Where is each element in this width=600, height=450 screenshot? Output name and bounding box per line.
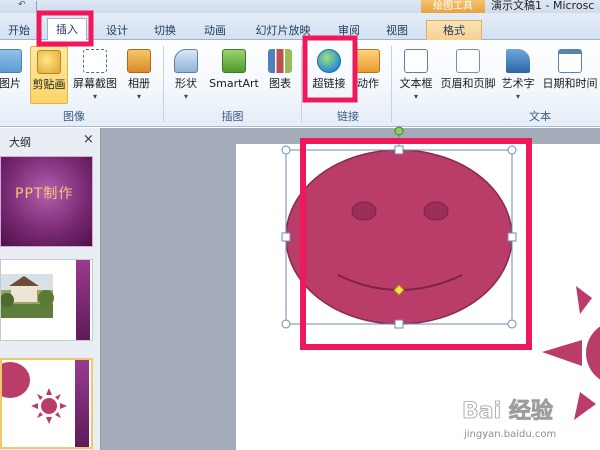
datetime-button[interactable]: 日期和时间	[540, 46, 600, 104]
drawing-tools-context-header: 绘图工具	[421, 0, 485, 13]
undo-icon[interactable]: ↶	[18, 0, 28, 10]
group-label-illustrations: 插图	[221, 110, 244, 123]
smartart-icon	[222, 49, 246, 73]
clipart-icon	[37, 50, 61, 74]
resize-handle[interactable]	[281, 319, 291, 329]
textbox-button[interactable]: 文本框 ▾	[397, 46, 435, 104]
baidu-watermark: Bai 经验 jingyan.baidu.com	[462, 398, 557, 440]
tab-outline[interactable]: 大纲	[9, 134, 31, 150]
group-label-links: 链接	[337, 110, 359, 123]
tab-design[interactable]: 设计	[101, 21, 133, 40]
wordart-button[interactable]: 艺术字 ▾	[499, 46, 537, 104]
slide-thumbnail-selected[interactable]	[0, 358, 93, 449]
slide-accent-stripe	[76, 260, 90, 340]
chart-button[interactable]: 图表	[265, 46, 295, 104]
rotate-handle[interactable]	[394, 126, 404, 136]
resize-handle[interactable]	[281, 145, 291, 155]
chart-icon	[268, 49, 292, 73]
resize-handle[interactable]	[507, 145, 517, 155]
resize-handle[interactable]	[281, 232, 291, 242]
globe-link-icon	[317, 49, 341, 73]
smartart-button[interactable]: SmartArt	[207, 46, 261, 104]
ribbon: 图片 剪贴画 屏幕截图 ▾ 相册 ▾ 图像 形状 ▾ SmartArt 图表 插…	[0, 40, 600, 127]
textbox-icon	[404, 49, 428, 73]
smiley-left-eye	[351, 201, 377, 221]
slide-thumbnail[interactable]: PPT制作	[0, 156, 93, 247]
group-separator	[301, 46, 302, 122]
group-label-images: 图像	[63, 110, 85, 123]
pane-header: 大纲 ×	[0, 131, 101, 151]
tab-insert[interactable]: 插入	[47, 18, 87, 41]
close-icon[interactable]: ×	[83, 132, 94, 147]
picture-icon	[0, 49, 22, 73]
tab-animations[interactable]: 动画	[199, 21, 231, 40]
header-footer-button[interactable]: 页眉和页脚	[438, 46, 498, 104]
document-title: 演示文稿1 - Microsc	[491, 0, 595, 12]
screenshot-icon	[83, 49, 107, 73]
resize-handle[interactable]	[507, 232, 517, 242]
slide-accent-stripe	[75, 360, 89, 447]
tab-transitions[interactable]: 切换	[149, 21, 181, 40]
picture-button[interactable]: 图片	[0, 46, 24, 104]
tab-view[interactable]: 视图	[381, 21, 413, 40]
shapes-button[interactable]: 形状 ▾	[170, 46, 202, 104]
group-separator	[163, 46, 164, 122]
watermark-brand: Bai 经验	[462, 398, 553, 424]
hyperlink-button[interactable]: 超链接	[308, 46, 350, 104]
screenshot-button[interactable]: 屏幕截图 ▾	[70, 46, 120, 104]
tab-home[interactable]: 开始	[4, 21, 34, 40]
group-separator	[391, 46, 392, 122]
chevron-down-icon: ▾	[92, 92, 97, 101]
slide-thumbnail-title: PPT制作	[15, 186, 74, 202]
chevron-down-icon: ▾	[413, 92, 418, 101]
clipart-button[interactable]: 剪贴画	[30, 46, 68, 104]
album-button[interactable]: 相册 ▾	[124, 46, 154, 104]
smiley-right-eye	[423, 201, 449, 221]
chevron-down-icon: ▾	[183, 92, 188, 101]
watermark-url: jingyan.baidu.com	[463, 429, 556, 440]
tab-format[interactable]: 格式	[426, 20, 482, 41]
resize-handle[interactable]	[507, 319, 517, 329]
group-label-text: 文本	[529, 110, 551, 123]
chevron-down-icon: ▾	[515, 92, 520, 101]
smiley-face-shape[interactable]	[285, 149, 513, 325]
chevron-down-icon: ▾	[136, 92, 141, 101]
calendar-icon	[558, 49, 582, 73]
wordart-icon	[506, 49, 530, 73]
action-icon	[356, 49, 380, 73]
resize-handle[interactable]	[394, 145, 404, 155]
quick-access-separator	[36, 1, 37, 11]
slide-thumbnail-pane: 大纲 × PPT制作	[0, 128, 101, 450]
resize-handle[interactable]	[394, 319, 404, 329]
shapes-icon	[174, 49, 198, 73]
slide-thumbnail[interactable]	[0, 259, 93, 341]
album-icon	[127, 49, 151, 73]
header-footer-icon	[456, 49, 480, 73]
action-button[interactable]: 动作	[354, 46, 382, 104]
